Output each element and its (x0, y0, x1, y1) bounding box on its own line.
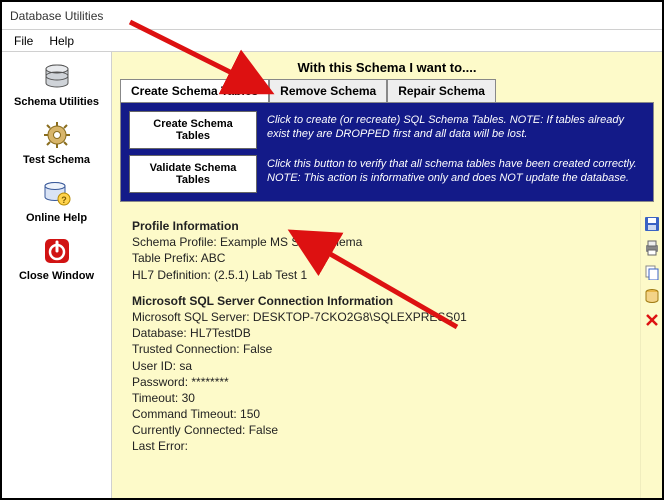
conn-cmd-timeout: Command Timeout: 150 (132, 406, 636, 422)
profile-heading: Profile Information (132, 218, 636, 234)
right-toolbar (640, 210, 662, 498)
tab-label: Remove Schema (280, 84, 376, 98)
tab-row: Create Schema Tables Remove Schema Repai… (120, 79, 654, 102)
copy-icon[interactable] (644, 264, 660, 280)
print-icon[interactable] (644, 240, 660, 256)
tab-label: Repair Schema (398, 84, 485, 98)
title-bar: Database Utilities (2, 2, 662, 30)
button-label: Validate Schema Tables (136, 162, 250, 186)
tab-label: Create Schema Tables (131, 84, 258, 98)
sidebar-item-label: Schema Utilities (4, 96, 109, 108)
content-heading: With this Schema I want to.... (112, 52, 662, 79)
profile-schema: Schema Profile: Example MS SQL Schema (132, 234, 636, 250)
conn-server: Microsoft SQL Server: DESKTOP-7CKO2G8\SQ… (132, 309, 636, 325)
create-schema-tables-button[interactable]: Create Schema Tables (129, 111, 257, 149)
database-stack-icon (4, 60, 109, 94)
gear-icon (4, 118, 109, 152)
sidebar-item-label: Online Help (4, 212, 109, 224)
tab-create-schema-tables[interactable]: Create Schema Tables (120, 79, 269, 102)
save-icon[interactable] (644, 216, 660, 232)
profile-prefix: Table Prefix: ABC (132, 250, 636, 266)
conn-connected: Currently Connected: False (132, 422, 636, 438)
delete-icon[interactable] (644, 312, 660, 328)
tab-remove-schema[interactable]: Remove Schema (269, 79, 387, 102)
sidebar: Schema Utilities Test Schema (2, 52, 112, 498)
sidebar-item-label: Test Schema (4, 154, 109, 166)
database-icon[interactable] (644, 288, 660, 304)
sidebar-close-window[interactable]: Close Window (2, 230, 111, 288)
action-panel: Create Schema Tables Click to create (or… (120, 102, 654, 202)
validate-schema-tables-button[interactable]: Validate Schema Tables (129, 155, 257, 193)
conn-userid: User ID: sa (132, 358, 636, 374)
profile-hl7: HL7 Definition: (2.5.1) Lab Test 1 (132, 267, 636, 283)
sidebar-schema-utilities[interactable]: Schema Utilities (2, 56, 111, 114)
conn-error: Last Error: (132, 438, 636, 454)
sidebar-test-schema[interactable]: Test Schema (2, 114, 111, 172)
window-title: Database Utilities (10, 9, 103, 23)
power-icon (4, 234, 109, 268)
database-help-icon: ? (4, 176, 109, 210)
sidebar-online-help[interactable]: ? Online Help (2, 172, 111, 230)
svg-text:?: ? (61, 195, 67, 205)
content-area: With this Schema I want to.... Create Sc… (112, 52, 662, 498)
create-schema-tables-desc: Click to create (or recreate) SQL Schema… (257, 111, 645, 149)
validate-schema-tables-desc: Click this button to verify that all sch… (257, 155, 645, 193)
conn-trusted: Trusted Connection: False (132, 341, 636, 357)
menu-bar: File Help (2, 30, 662, 52)
sidebar-item-label: Close Window (4, 270, 109, 282)
menu-help[interactable]: Help (41, 32, 82, 50)
conn-timeout: Timeout: 30 (132, 390, 636, 406)
info-text: Profile Information Schema Profile: Exam… (112, 210, 640, 498)
conn-database: Database: HL7TestDB (132, 325, 636, 341)
menu-file[interactable]: File (6, 32, 41, 50)
button-label: Create Schema Tables (136, 118, 250, 142)
conn-heading: Microsoft SQL Server Connection Informat… (132, 293, 636, 309)
tab-repair-schema[interactable]: Repair Schema (387, 79, 496, 102)
conn-password: Password: ******** (132, 374, 636, 390)
